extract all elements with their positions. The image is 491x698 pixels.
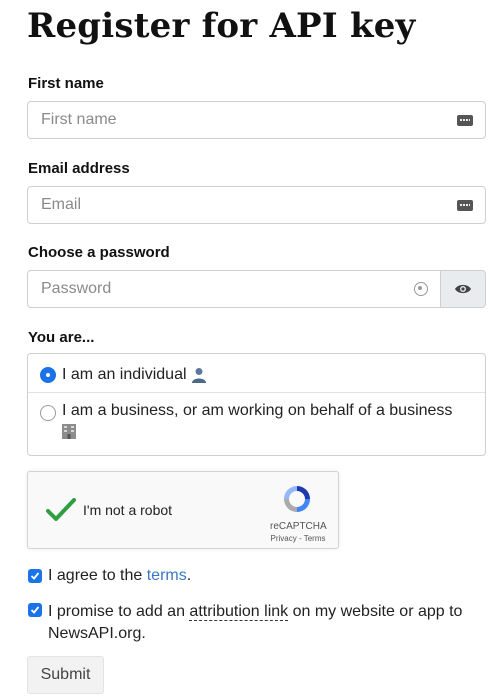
recaptcha-brand: reCAPTCHA (270, 521, 327, 532)
first-name-placeholder: First name (41, 111, 117, 128)
you-are-label: You are... (28, 329, 95, 346)
individual-radio[interactable] (40, 367, 56, 383)
person-icon (191, 368, 206, 383)
agree-terms-row: I agree to the terms. (28, 567, 191, 585)
agree-terms-text: I agree to the (48, 567, 147, 584)
show-password-button[interactable] (441, 270, 486, 308)
eye-icon (455, 284, 471, 294)
business-radio[interactable] (40, 405, 56, 421)
attribution-checkbox[interactable] (28, 603, 42, 617)
email-field[interactable]: Email (27, 186, 486, 224)
agree-terms-checkbox[interactable] (28, 569, 42, 583)
password-field[interactable]: Password (27, 270, 441, 308)
page-title: Register for API key (27, 6, 416, 46)
recaptcha-logo-icon (284, 486, 310, 512)
captcha-label: I'm not a robot (83, 502, 173, 518)
individual-option[interactable]: I am an individual (40, 366, 207, 384)
attribution-text: I promise to add an (48, 603, 190, 620)
attribution-text-line2: NewsAPI.org. (48, 625, 146, 642)
option-divider (28, 392, 485, 393)
recaptcha-widget: I'm not a robot reCAPTCHA Privacy - Term… (27, 471, 339, 549)
terms-link[interactable]: terms (147, 567, 187, 584)
checkbox-check-icon (30, 572, 40, 580)
business-option[interactable]: I am a business, or am working on behalf… (40, 402, 452, 444)
individual-label: I am an individual (62, 366, 187, 383)
recaptcha-privacy-terms-link[interactable]: Privacy - Terms (266, 534, 330, 543)
first-name-label: First name (28, 75, 104, 92)
autofill-icon[interactable] (457, 199, 473, 211)
password-label: Choose a password (28, 244, 170, 261)
autofill-icon[interactable] (457, 114, 473, 126)
attribution-text-cont: on my website or app to (288, 603, 463, 620)
password-placeholder: Password (41, 280, 112, 297)
password-manager-icon[interactable] (414, 282, 428, 296)
agree-terms-suffix: . (186, 567, 192, 584)
first-name-field[interactable]: First name (27, 101, 486, 139)
office-building-icon (62, 424, 76, 439)
email-label: Email address (28, 160, 130, 177)
checkbox-check-icon (30, 606, 40, 614)
business-label: I am a business, or am working on behalf… (62, 402, 453, 419)
captcha-checkmark-icon[interactable] (46, 498, 76, 522)
submit-button[interactable]: Submit (27, 656, 104, 694)
password-group: Password (27, 270, 486, 308)
attribution-link[interactable]: attribution link (189, 603, 289, 621)
email-placeholder: Email (41, 196, 82, 213)
account-type-group: I am an individual I am a business, or a… (27, 353, 486, 456)
attribution-row: I promise to add an attribution link on … (28, 601, 462, 645)
